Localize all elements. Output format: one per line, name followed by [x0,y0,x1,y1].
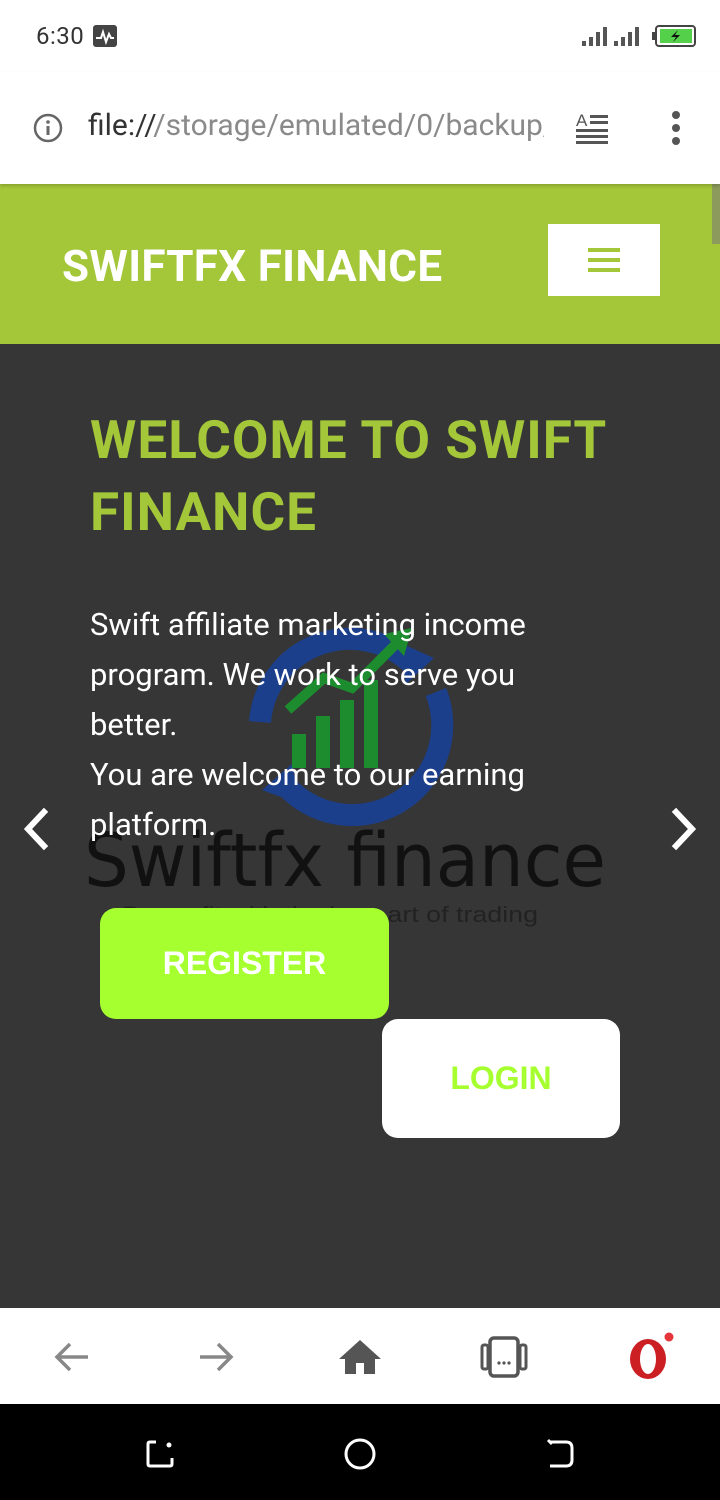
forward-arrow-icon[interactable] [190,1332,240,1382]
status-time: 6:30 [36,22,85,50]
three-dots-vertical-icon[interactable] [668,110,684,146]
hero-carousel: Swiftfx finance Be profit with the best … [0,344,720,1308]
url-path: /storage/emulated/0/backup/swiftfx/index… [153,108,544,143]
home-circle-icon[interactable] [342,1436,378,1472]
back-arrow-icon[interactable] [48,1332,98,1382]
chevron-left-icon[interactable] [20,806,54,852]
chevron-right-icon[interactable] [666,806,700,852]
hero-paragraph-2: You are welcome to our earning platform. [90,756,525,843]
svg-text:A: A [576,111,588,130]
activity-icon [93,25,117,47]
hero-description: Swift affiliate marketing income program… [90,600,610,850]
home-icon[interactable] [335,1332,385,1382]
system-navigation-bar [0,1404,720,1500]
opera-menu-icon[interactable] [624,1332,674,1382]
login-button[interactable]: LOGIN [382,1019,620,1138]
reader-mode-icon[interactable]: A [574,110,610,144]
hero-paragraph-1: Swift affiliate marketing income program… [90,606,526,743]
page-scrollbar[interactable] [712,184,720,244]
register-button[interactable]: REGISTER [100,908,389,1019]
status-bar: 6:30 [0,0,720,72]
recent-apps-icon[interactable] [142,1436,178,1472]
url-scheme: file:// [88,108,154,143]
hero-title: WELCOME TO SWIFT FINANCE [90,409,606,543]
browser-address-bar: file:///storage/emulated/0/backup/swiftf… [0,72,720,184]
battery-charging-icon [652,25,696,47]
browser-toolbar [0,1308,720,1404]
signal-icon [582,27,607,46]
site-header: SWIFTFX FINANCE [0,184,720,344]
url-field[interactable]: file:///storage/emulated/0/backup/swiftf… [88,108,544,148]
menu-toggle-button[interactable] [548,224,660,296]
hamburger-icon [588,248,620,272]
info-icon[interactable] [33,113,63,143]
site-brand[interactable]: SWIFTFX FINANCE [62,240,442,292]
tabs-icon[interactable] [479,1332,529,1382]
back-icon[interactable] [542,1436,578,1472]
signal-icon-2 [614,27,639,46]
